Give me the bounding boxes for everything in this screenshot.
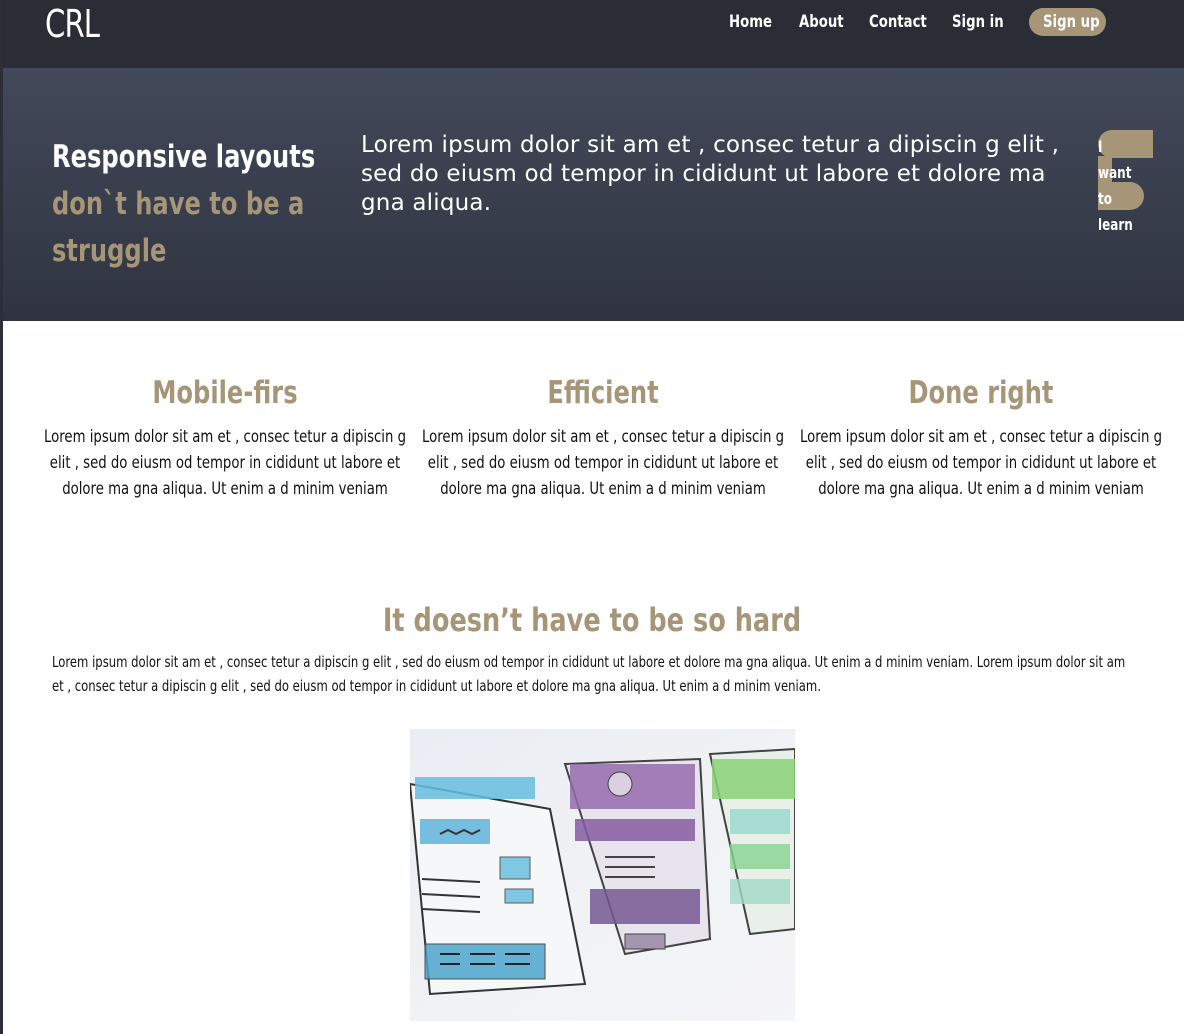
section-text: Lorem ipsum dolor sit am et , consec tet… [52,653,1126,695]
hero-title-line3: struggle [52,233,167,269]
feature-title: Mobile-firs [152,375,298,411]
wireframe-sketch-svg [410,729,795,1021]
signup-button-label: Sign up [1043,12,1100,32]
nav-contact-link[interactable]: Contact [869,12,927,32]
learn-button[interactable]: I want to learn [1098,130,1155,234]
nav-home-link[interactable]: Home [729,12,772,32]
nav-about-link[interactable]: About [799,12,844,32]
hero-section: Responsive layouts don`t have to be a st… [3,68,1184,321]
hero-title-line1: Responsive layouts [52,139,316,175]
page: CRL Home About Contact Sign in Sign up R… [0,0,1184,1034]
site-header: CRL Home About Contact Sign in Sign up [3,0,1184,68]
feature-title: Done right [908,375,1054,411]
logo[interactable]: CRL [45,2,100,46]
hero-title-line2: don`t have to be a [52,186,305,222]
feature-title: Efficient [547,375,659,411]
nav-signin-link[interactable]: Sign in [952,12,1004,32]
feature-text: Lorem ipsum dolor sit am et , consec tet… [44,427,406,499]
section-title: It doesn’t have to be so hard [382,601,802,639]
learn-button-label: I want to learn [1098,134,1145,238]
hero-title: Responsive layouts don`t have to be a st… [52,134,342,275]
feature-text: Lorem ipsum dolor sit am et , consec tet… [422,427,784,499]
feature-mobile-first: Mobile-firs Lorem ipsum dolor sit am et … [40,372,410,502]
wireframe-sketch-image [410,729,795,1021]
learn-button-text: I want to learn [1098,137,1133,234]
feature-done-right: Done right Lorem ipsum dolor sit am et ,… [796,372,1166,502]
signup-button[interactable]: Sign up [1029,8,1106,36]
feature-text: Lorem ipsum dolor sit am et , consec tet… [800,427,1162,499]
feature-efficient: Efficient Lorem ipsum dolor sit am et , … [418,372,788,502]
hero-description: Lorem ipsum dolor sit am et , consec tet… [361,132,1060,216]
